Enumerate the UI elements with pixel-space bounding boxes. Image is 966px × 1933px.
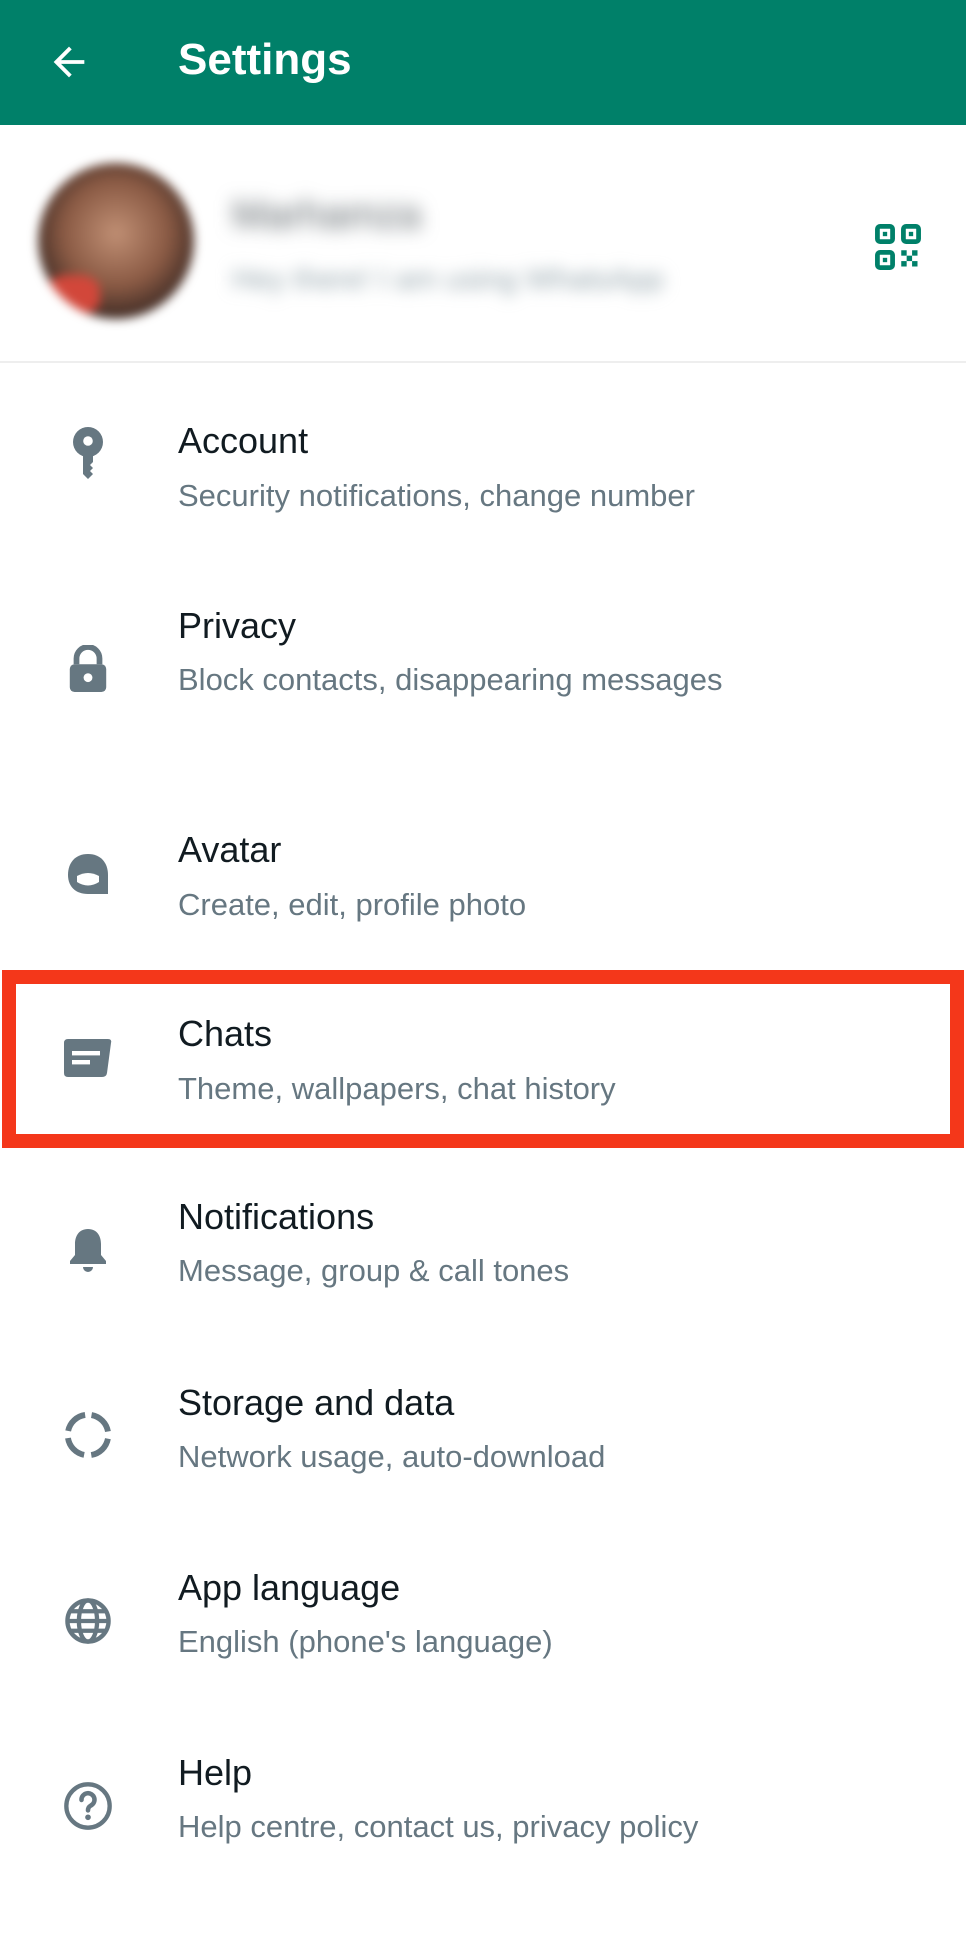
- app-bar: Settings: [0, 0, 966, 125]
- avatar-face-icon: [58, 844, 118, 904]
- back-button[interactable]: [34, 27, 104, 97]
- settings-item-subtitle: English (phone's language): [178, 1624, 553, 1659]
- qr-code-icon: [875, 224, 921, 270]
- settings-item-title: Privacy: [178, 605, 297, 646]
- profile-name: Marhamza: [232, 193, 421, 237]
- settings-item-privacy[interactable]: Privacy Block contacts, disappearing mes…: [0, 585, 966, 755]
- settings-item-avatar[interactable]: Avatar Create, edit, profile photo: [0, 810, 966, 960]
- qr-code-button[interactable]: [866, 215, 930, 279]
- settings-item-subtitle: Block contacts, disappearing messages: [178, 662, 723, 697]
- settings-item-title: Storage and data: [178, 1382, 455, 1423]
- settings-item-account[interactable]: Account Security notifications, change n…: [0, 400, 966, 550]
- settings-item-title: Notifications: [178, 1196, 375, 1237]
- settings-item-subtitle: Security notifications, change number: [178, 478, 695, 513]
- back-arrow-icon: [53, 46, 85, 78]
- settings-item-storage[interactable]: Storage and data Network usage, auto-dow…: [0, 1365, 966, 1515]
- settings-item-subtitle: Help centre, contact us, privacy policy: [178, 1809, 699, 1844]
- key-icon: [58, 424, 118, 484]
- globe-icon: [58, 1591, 118, 1651]
- settings-screen: Settings Marhamza Hey there! I am using …: [0, 0, 966, 1933]
- settings-item-title: Account: [178, 420, 309, 461]
- lock-icon: [58, 640, 118, 700]
- storage-circle-icon: [58, 1405, 118, 1465]
- settings-item-subtitle: Create, edit, profile photo: [178, 887, 527, 922]
- settings-item-title: Help: [178, 1752, 253, 1793]
- settings-item-app-language[interactable]: App language English (phone's language): [0, 1550, 966, 1700]
- help-circle-icon: [58, 1776, 118, 1836]
- settings-item-title: Avatar: [178, 829, 282, 870]
- settings-item-help[interactable]: Help Help centre, contact us, privacy po…: [0, 1735, 966, 1885]
- settings-item-subtitle: Network usage, auto-download: [178, 1439, 606, 1474]
- highlight-box: [2, 970, 964, 1148]
- settings-item-notifications[interactable]: Notifications Message, group & call tone…: [0, 1180, 966, 1330]
- profile-row[interactable]: Marhamza Hey there! I am using WhatsApp: [0, 125, 966, 363]
- bell-icon: [58, 1220, 118, 1280]
- page-title: Settings: [178, 35, 352, 84]
- avatar[interactable]: [38, 163, 194, 319]
- settings-item-subtitle: Message, group & call tones: [178, 1253, 570, 1288]
- profile-about: Hey there! I am using WhatsApp: [232, 263, 664, 296]
- settings-item-title: App language: [178, 1567, 401, 1608]
